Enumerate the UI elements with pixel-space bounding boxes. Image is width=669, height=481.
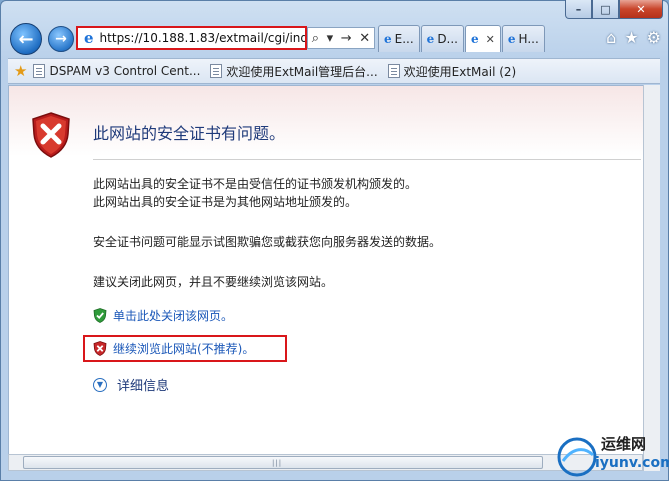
tab-2[interactable]: e D... (420, 25, 464, 52)
tab-1[interactable]: e E... (378, 25, 420, 52)
toolbar-right: ⌂ ★ ⚙ (606, 28, 661, 47)
dropdown-icon[interactable]: ▾ (327, 31, 334, 46)
ie-tab-icon: e (471, 32, 479, 46)
maximize-button[interactable]: □ (592, 0, 619, 19)
address-url[interactable]: https://10.188.1.83/extmail/cgi/ind (100, 31, 305, 45)
page-icon (33, 64, 46, 78)
warning-text-2: 此网站出具的安全证书是为其他网站地址颁发的。 (93, 195, 358, 209)
address-tools: ⌕ ▾ → ✕ (307, 27, 375, 49)
stop-icon[interactable]: ✕ (359, 31, 370, 46)
page-icon (387, 64, 400, 78)
ie-tab-icon: e (507, 32, 516, 46)
recommendation-text: 建议关闭此网页，并且不要继续浏览该网站。 (93, 275, 334, 289)
minimize-button[interactable]: – (565, 0, 592, 19)
continue-to-site-link[interactable]: 继续浏览此网站(不推荐)。 (83, 335, 287, 362)
divider (93, 159, 641, 160)
scroll-thumb[interactable] (23, 456, 543, 469)
grip-icon: ||| (272, 459, 283, 467)
address-bar[interactable]: e https://10.188.1.83/extmail/cgi/ind (76, 26, 307, 50)
favorites-star-icon[interactable]: ★ (14, 62, 27, 80)
warning-text-3: 安全证书问题可能显示试图欺骗您或截获您向服务器发送的数据。 (93, 235, 442, 249)
favorites-bar: ★ DSPAM v3 Control Cent... 欢迎使用ExtMail管理… (8, 58, 660, 84)
arrow-right-icon: → (55, 31, 67, 47)
more-info-label: 详细信息 (117, 379, 170, 394)
page-title: 此网站的安全证书有问题。 (93, 124, 286, 143)
favorite-label: 欢迎使用ExtMail管理后台... (226, 64, 378, 79)
back-button[interactable]: ← (10, 23, 42, 55)
close-page-link[interactable]: 单击此处关闭该网页。 (93, 307, 233, 324)
tab-label: E... (394, 32, 414, 46)
shield-error-icon (93, 341, 107, 356)
close-window-button[interactable]: ✕ (619, 0, 663, 19)
warning-text-1: 此网站出具的安全证书不是由受信任的证书颁发机构颁发的。 (93, 177, 418, 191)
favorite-item[interactable]: 欢迎使用ExtMail (2) (387, 63, 517, 80)
close-page-label: 单击此处关闭该网页。 (113, 309, 234, 323)
tab-strip: e E... e D... e ✕ e H... (378, 25, 546, 52)
favorites-star-icon[interactable]: ★ (624, 28, 638, 47)
gear-icon[interactable]: ⚙ (647, 28, 661, 47)
globe-logo-icon (557, 437, 597, 477)
favorite-item[interactable]: 欢迎使用ExtMail管理后台... (210, 63, 378, 80)
watermark-text-1: 运维网 (601, 435, 647, 453)
ie-page-icon: e (84, 29, 94, 47)
more-information-toggle[interactable]: ▼ 详细信息 (93, 375, 169, 394)
shield-check-icon (93, 308, 107, 323)
favorite-label: 欢迎使用ExtMail (2) (403, 64, 517, 79)
continue-label: 继续浏览此网站(不推荐)。 (113, 342, 255, 356)
page-icon (210, 64, 223, 78)
ie-tab-icon: e (426, 32, 435, 46)
tab-active[interactable]: e ✕ (465, 25, 501, 52)
close-tab-icon[interactable]: ✕ (486, 33, 495, 46)
tab-4[interactable]: e H... (501, 25, 545, 52)
watermark-text-2: iyunv.com (595, 455, 669, 471)
watermark-logo: 运维网 iyunv.com (555, 433, 669, 479)
window-controls: – □ ✕ (565, 0, 663, 19)
forward-button[interactable]: → (48, 26, 74, 52)
arrow-left-icon: ← (18, 28, 34, 50)
horizontal-scrollbar[interactable]: ||| (8, 454, 643, 471)
go-icon[interactable]: → (341, 31, 352, 46)
search-icon[interactable]: ⌕ (312, 31, 319, 46)
tab-label: D... (437, 32, 458, 46)
vertical-scrollbar[interactable] (643, 85, 660, 471)
ie-tab-icon: e (384, 32, 392, 46)
chevron-down-icon: ▼ (93, 377, 107, 392)
shield-error-icon (32, 112, 70, 158)
favorite-label: DSPAM v3 Control Cent... (49, 64, 201, 78)
home-icon[interactable]: ⌂ (606, 28, 616, 47)
favorite-item[interactable]: DSPAM v3 Control Cent... (33, 64, 200, 78)
tab-label: H... (518, 32, 539, 46)
page-content: 此网站的安全证书有问题。 此网站出具的安全证书不是由受信任的证书颁发机构颁发的。… (8, 85, 660, 460)
